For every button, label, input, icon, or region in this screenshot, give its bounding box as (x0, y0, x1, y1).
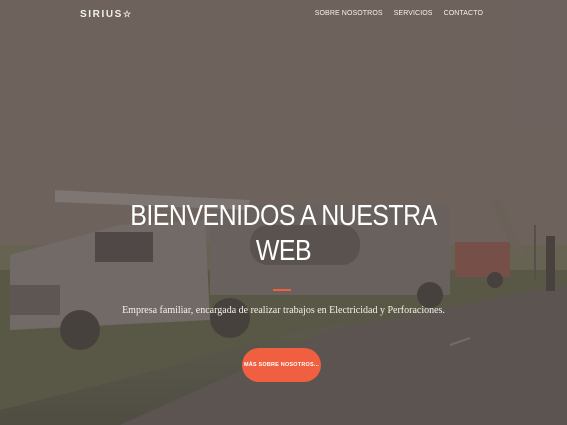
accent-divider (273, 289, 291, 291)
hero-headline: BIENVENIDOS A NUESTRA WEB (40, 199, 528, 269)
nav-link-sobre-nosotros[interactable]: SOBRE NOSOTROS (315, 10, 383, 17)
headline-line-2: WEB (255, 235, 312, 267)
headline-line-1: BIENVENIDOS A NUESTRA (130, 200, 437, 232)
main-nav: SOBRE NOSOTROS SERVICIOS CONTACTO (315, 10, 483, 17)
nav-link-servicios[interactable]: SERVICIOS (394, 10, 433, 17)
more-about-us-button[interactable]: MÁS SOBRE NOSOTROS... (242, 348, 321, 382)
brand-logo[interactable]: SIRIUS☆ (80, 9, 133, 20)
star-outline-icon: ☆ (122, 9, 133, 19)
nav-link-contacto[interactable]: CONTACTO (444, 10, 483, 17)
hero-section: SIRIUS☆ SOBRE NOSOTROS SERVICIOS CONTACT… (0, 0, 567, 425)
brand-text: SIRIUS (80, 9, 123, 20)
hero-tagline: Empresa familiar, encargada de realizar … (122, 305, 445, 316)
